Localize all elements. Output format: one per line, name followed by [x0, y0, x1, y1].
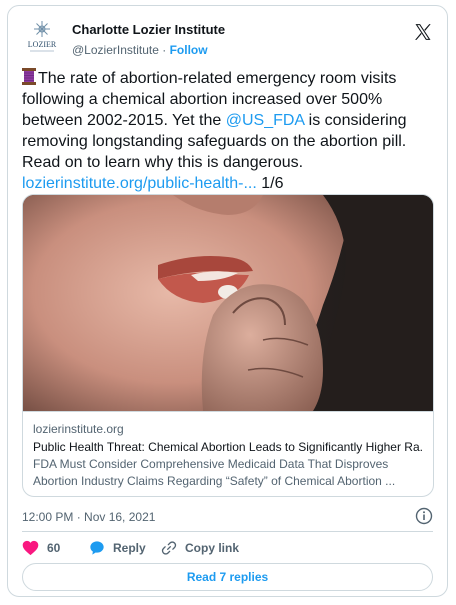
- copy-link-label: Copy link: [185, 541, 240, 555]
- author-handle-row: @LozierInstitute · Follow: [72, 43, 208, 57]
- url-link[interactable]: lozierinstitute.org/public-health-...: [22, 175, 257, 192]
- thread-count: 1/6: [261, 175, 284, 192]
- tweet-header: LOZIER Charlotte Lozier Institute @Lozie…: [22, 16, 433, 58]
- avatar[interactable]: LOZIER: [22, 18, 62, 58]
- timestamp[interactable]: 12:00 PM · Nov 16, 2021: [22, 510, 155, 524]
- reply-button[interactable]: Reply: [89, 537, 146, 559]
- read-replies-button[interactable]: Read 7 replies: [22, 563, 433, 591]
- mention-link[interactable]: @US_FDA: [226, 112, 304, 129]
- author-name[interactable]: Charlotte Lozier Institute: [72, 22, 225, 37]
- reply-icon: [90, 541, 104, 555]
- reply-label: Reply: [113, 541, 146, 555]
- copy-link-button[interactable]: Copy link: [161, 537, 239, 559]
- info-icon[interactable]: [415, 507, 433, 525]
- link-description: FDA Must Consider Comprehensive Medicaid…: [33, 457, 396, 488]
- like-button[interactable]: 60: [22, 537, 60, 559]
- link-info: lozierinstitute.org Public Health Threat…: [23, 411, 433, 496]
- link-domain: lozierinstitute.org: [33, 422, 124, 436]
- separator-dot: ·: [162, 43, 167, 57]
- svg-text:LOZIER: LOZIER: [28, 40, 57, 49]
- x-logo-icon[interactable]: [413, 22, 433, 42]
- heart-icon: [22, 540, 39, 556]
- preview-photo: [23, 195, 433, 411]
- link-title: Public Health Threat: Chemical Abortion …: [33, 440, 423, 454]
- author-handle[interactable]: @LozierInstitute: [72, 43, 159, 57]
- timestamp-row: 12:00 PM · Nov 16, 2021: [22, 507, 433, 527]
- follow-button[interactable]: Follow: [170, 43, 208, 57]
- action-bar: 60 Reply Copy link: [22, 537, 433, 559]
- divider: [22, 531, 433, 532]
- link-preview-card[interactable]: lozierinstitute.org Public Health Threat…: [22, 194, 434, 497]
- link-icon: [161, 541, 177, 555]
- tweet-text: The rate of abortion-related emergency r…: [22, 68, 432, 194]
- lozier-logo-icon: LOZIER: [28, 21, 57, 52]
- thread-icon: [22, 68, 36, 85]
- tweet-card: LOZIER Charlotte Lozier Institute @Lozie…: [7, 5, 448, 597]
- like-count: 60: [47, 541, 61, 555]
